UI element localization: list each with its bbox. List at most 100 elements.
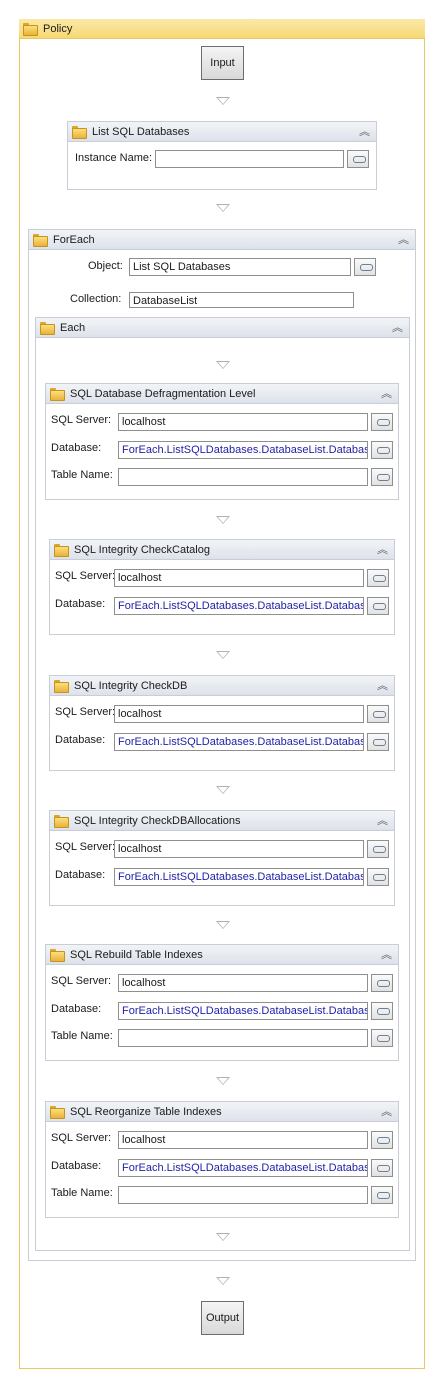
chevron-up-icon[interactable]: ︽	[398, 231, 409, 249]
arrow-down-icon	[216, 204, 230, 212]
arrow-down-icon	[216, 97, 230, 105]
link-binding-icon[interactable]	[371, 1186, 393, 1204]
database-field[interactable]: ForEach.ListSQLDatabases.DatabaseList.Da…	[114, 868, 364, 886]
table-name-field[interactable]	[118, 468, 368, 486]
database-field[interactable]: ForEach.ListSQLDatabases.DatabaseList.Da…	[114, 597, 364, 615]
chevron-up-icon[interactable]: ︽	[377, 812, 388, 830]
chevron-up-icon[interactable]: ︽	[392, 319, 403, 337]
link-binding-icon[interactable]	[354, 258, 376, 276]
link-binding-icon[interactable]	[371, 1159, 393, 1177]
arrow-down-icon	[216, 786, 230, 794]
object-label: Object:	[88, 260, 123, 272]
output-button[interactable]: Output	[201, 1301, 244, 1335]
arrow-down-icon	[216, 651, 230, 659]
chevron-up-icon[interactable]: ︽	[381, 1103, 392, 1121]
activity-rebuild-table-indexes[interactable]: SQL Rebuild Table Indexes ︽ SQL Server: …	[45, 944, 399, 1061]
input-button[interactable]: Input	[201, 46, 244, 80]
activity-reorganize-table-indexes[interactable]: SQL Reorganize Table Indexes ︽ SQL Serve…	[45, 1101, 399, 1218]
object-field[interactable]: List SQL Databases	[129, 258, 351, 276]
sql-server-label: SQL Server:	[55, 570, 116, 582]
chevron-up-icon[interactable]: ︽	[377, 541, 388, 559]
list-sql-databases-activity[interactable]: List SQL Databases ︽ Instance Name:	[67, 121, 377, 190]
activity-title: SQL Integrity CheckCatalog	[74, 544, 210, 556]
sql-server-field[interactable]: localhost	[118, 1131, 368, 1149]
arrow-down-icon	[216, 1077, 230, 1085]
activity-title: SQL Integrity CheckDB	[74, 680, 188, 692]
database-label: Database:	[51, 1160, 102, 1172]
database-field[interactable]: ForEach.ListSQLDatabases.DatabaseList.Da…	[118, 441, 368, 459]
link-binding-icon[interactable]	[371, 468, 393, 486]
sql-server-field[interactable]: localhost	[118, 974, 368, 992]
link-binding-icon[interactable]	[347, 150, 369, 168]
database-label: Database:	[55, 734, 106, 746]
link-binding-icon[interactable]	[371, 974, 393, 992]
link-binding-icon[interactable]	[367, 733, 389, 751]
activity-header: SQL Integrity CheckDB ︽	[50, 676, 394, 696]
database-label: Database:	[51, 1003, 102, 1015]
sql-server-label: SQL Server:	[51, 414, 112, 426]
folder-icon	[54, 680, 69, 693]
activity-header: SQL Rebuild Table Indexes ︽	[46, 945, 398, 965]
activity-title: SQL Integrity CheckDBAllocations	[74, 815, 241, 827]
link-binding-icon[interactable]	[371, 413, 393, 431]
folder-icon	[54, 544, 69, 557]
database-label: Database:	[55, 598, 106, 610]
activity-defragmentation[interactable]: SQL Database Defragmentation Level ︽ SQL…	[45, 383, 399, 500]
link-binding-icon[interactable]	[367, 569, 389, 587]
sql-server-field[interactable]: localhost	[114, 840, 364, 858]
database-field[interactable]: ForEach.ListSQLDatabases.DatabaseList.Da…	[114, 733, 364, 751]
arrow-down-icon	[216, 516, 230, 524]
folder-icon	[23, 23, 38, 36]
database-field[interactable]: ForEach.ListSQLDatabases.DatabaseList.Da…	[118, 1159, 368, 1177]
activity-integrity-checkdb[interactable]: SQL Integrity CheckDB ︽ SQL Server: loca…	[49, 675, 395, 771]
sql-server-label: SQL Server:	[51, 1132, 112, 1144]
activity-integrity-checkdballocations[interactable]: SQL Integrity CheckDBAllocations ︽ SQL S…	[49, 810, 395, 906]
link-binding-icon[interactable]	[367, 868, 389, 886]
database-label: Database:	[55, 869, 106, 881]
link-binding-icon[interactable]	[367, 597, 389, 615]
table-name-field[interactable]	[118, 1029, 368, 1047]
sql-server-field[interactable]: localhost	[118, 413, 368, 431]
link-binding-icon[interactable]	[367, 705, 389, 723]
activity-integrity-checkcatalog[interactable]: SQL Integrity CheckCatalog ︽ SQL Server:…	[49, 539, 395, 635]
each-header: Each ︽	[36, 318, 409, 338]
database-field[interactable]: ForEach.ListSQLDatabases.DatabaseList.Da…	[118, 1002, 368, 1020]
instance-name-field[interactable]	[155, 150, 344, 168]
arrow-down-icon	[216, 1233, 230, 1241]
link-binding-icon[interactable]	[371, 1131, 393, 1149]
activity-header: SQL Reorganize Table Indexes ︽	[46, 1102, 398, 1122]
link-binding-icon[interactable]	[371, 1002, 393, 1020]
sql-server-label: SQL Server:	[55, 706, 116, 718]
table-name-label: Table Name:	[51, 1187, 113, 1199]
link-binding-icon[interactable]	[367, 840, 389, 858]
chevron-up-icon[interactable]: ︽	[359, 123, 370, 141]
collection-field[interactable]: DatabaseList	[129, 292, 354, 308]
table-name-label: Table Name:	[51, 1030, 113, 1042]
activity-title: SQL Rebuild Table Indexes	[70, 949, 203, 961]
folder-icon	[33, 234, 48, 247]
sql-server-field[interactable]: localhost	[114, 569, 364, 587]
activity-title: SQL Reorganize Table Indexes	[70, 1106, 222, 1118]
collection-label: Collection:	[70, 293, 122, 305]
foreach-header: ForEach ︽	[29, 230, 415, 250]
sql-server-field[interactable]: localhost	[114, 705, 364, 723]
chevron-up-icon[interactable]: ︽	[377, 677, 388, 695]
arrow-down-icon	[216, 1277, 230, 1285]
activity-header: SQL Database Defragmentation Level ︽	[46, 384, 398, 404]
folder-icon	[54, 815, 69, 828]
folder-icon	[40, 322, 55, 335]
activity-header: SQL Integrity CheckDBAllocations ︽	[50, 811, 394, 831]
chevron-up-icon[interactable]: ︽	[381, 385, 392, 403]
table-name-field[interactable]	[118, 1186, 368, 1204]
sql-server-label: SQL Server:	[55, 841, 116, 853]
table-name-label: Table Name:	[51, 469, 113, 481]
policy-title: Policy	[43, 23, 73, 35]
database-label: Database:	[51, 442, 102, 454]
chevron-up-icon[interactable]: ︽	[381, 946, 392, 964]
instance-name-label: Instance Name:	[75, 152, 153, 164]
link-binding-icon[interactable]	[371, 1029, 393, 1047]
activity-header: List SQL Databases ︽	[68, 122, 376, 142]
policy-header[interactable]: Policy	[19, 19, 425, 39]
arrow-down-icon	[216, 361, 230, 369]
link-binding-icon[interactable]	[371, 441, 393, 459]
